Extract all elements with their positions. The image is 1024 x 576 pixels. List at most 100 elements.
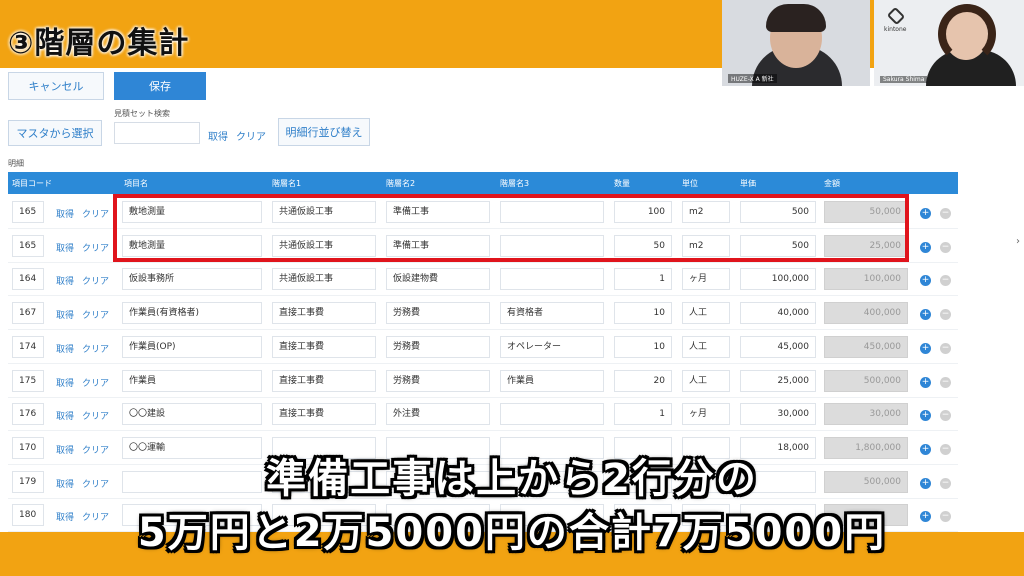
header-item-name: 項目名 — [124, 179, 148, 188]
quantity-field[interactable]: 10 — [614, 302, 672, 325]
item-name-field[interactable]: 〇〇建設 — [122, 403, 262, 426]
master-select-button[interactable]: マスタから選択 — [8, 120, 102, 146]
add-row-icon[interactable]: + — [920, 376, 931, 388]
table-row: 174 作業員(OP) 直接工事費 労務費 オペレーター 10 人工 45,000 450,00… — [8, 330, 958, 364]
add-row-icon[interactable]: + — [920, 208, 931, 219]
level2-field[interactable]: 労務費 — [386, 369, 490, 392]
remove-row-icon[interactable]: − — [940, 241, 951, 253]
header-level3: 階層名3 — [500, 179, 530, 188]
level1-field[interactable]: 共通仮設工事 — [272, 268, 376, 291]
item-name-field[interactable]: 仮設事務所 — [122, 268, 262, 291]
unit-field[interactable]: 人工 — [682, 302, 730, 325]
row-clear-link[interactable]: クリア — [82, 207, 109, 220]
level3-field[interactable] — [500, 268, 604, 291]
row-clear-link[interactable]: クリア — [82, 241, 109, 254]
level3-field[interactable]: オペレーター — [500, 335, 604, 358]
details-section-label: 明細 — [8, 159, 24, 168]
header-level2: 階層名2 — [386, 179, 416, 188]
table-row: 167 作業員(有資格者) 直接工事費 労務費 有資格者 10 人工 40,000 400,00… — [8, 297, 958, 331]
row-clear-link[interactable]: クリア — [82, 274, 109, 287]
level1-field[interactable]: 直接工事費 — [272, 403, 376, 426]
unit-price-field[interactable]: 45,000 — [740, 335, 816, 358]
quantity-field[interactable]: 1 — [614, 268, 672, 291]
remove-row-icon[interactable]: − — [940, 376, 951, 388]
amount-field: 100,000 — [824, 268, 908, 291]
unit-field[interactable]: ヶ月 — [682, 268, 730, 291]
amount-field: 500,000 — [824, 369, 908, 392]
unit-price-field[interactable]: 25,000 — [740, 369, 816, 392]
unit-field[interactable]: ヶ月 — [682, 403, 730, 426]
reorder-rows-button[interactable]: 明細行並び替え — [278, 118, 370, 146]
row-get-link[interactable]: 取得 — [56, 241, 74, 254]
unit-price-field[interactable]: 100,000 — [740, 268, 816, 291]
level3-field[interactable]: 有資格者 — [500, 302, 604, 325]
row-clear-link[interactable]: クリア — [82, 376, 109, 389]
quantity-field[interactable]: 1 — [614, 403, 672, 426]
item-code-field[interactable]: 175 — [12, 369, 44, 392]
level2-field[interactable]: 労務費 — [386, 302, 490, 325]
unit-field[interactable]: 人工 — [682, 335, 730, 358]
row-clear-link[interactable]: クリア — [82, 308, 109, 321]
remove-row-icon[interactable]: − — [940, 410, 951, 422]
add-row-icon[interactable]: + — [920, 410, 931, 422]
table-header: 項目コード 項目名 階層名1 階層名2 階層名3 数量 単位 単価 金額 — [8, 172, 958, 194]
level3-field[interactable]: 作業員 — [500, 369, 604, 392]
amount-field: 30,000 — [824, 403, 908, 426]
item-name-field[interactable]: 作業員(OP) — [122, 335, 262, 358]
participant-name: Sakura Shima — [880, 76, 928, 83]
row-clear-link[interactable]: クリア — [82, 342, 109, 355]
item-code-field[interactable]: 167 — [12, 302, 44, 325]
level1-field[interactable]: 直接工事費 — [272, 302, 376, 325]
level2-field[interactable]: 外注費 — [386, 403, 490, 426]
add-row-icon[interactable]: + — [920, 342, 931, 354]
header-amount: 金額 — [824, 179, 840, 188]
participant-name: HUZE-X A 新社 — [728, 74, 777, 83]
row-get-link[interactable]: 取得 — [56, 308, 74, 321]
caption-line-2: 5万円と2万5000円の合計7万5000円 — [137, 510, 887, 556]
video-participant-right: kintone Sakura Shima — [874, 0, 1024, 86]
header-unit: 単位 — [682, 179, 698, 188]
item-code-field[interactable]: 165 — [12, 234, 44, 257]
row-get-link[interactable]: 取得 — [56, 409, 74, 422]
remove-row-icon[interactable]: − — [940, 309, 951, 321]
caption-line-1: 準備工事は上から2行分の — [266, 456, 758, 502]
item-code-field[interactable]: 164 — [12, 268, 44, 291]
video-frame: ③階層の集計 HUZE-X A 新社 kintone Sakura Shima … — [0, 0, 1024, 576]
video-participant-left: HUZE-X A 新社 — [722, 0, 870, 86]
add-row-icon[interactable]: + — [920, 241, 931, 253]
row-get-link[interactable]: 取得 — [56, 207, 74, 220]
item-name-field[interactable]: 作業員(有資格者) — [122, 302, 262, 325]
item-name-field[interactable]: 作業員 — [122, 369, 262, 392]
unit-field[interactable]: 人工 — [682, 369, 730, 392]
estimate-set-search-input[interactable] — [114, 122, 200, 144]
add-row-icon[interactable]: + — [920, 309, 931, 321]
quantity-field[interactable]: 10 — [614, 335, 672, 358]
amount-field: 450,000 — [824, 335, 908, 358]
estimate-get-link[interactable]: 取得 — [208, 128, 228, 143]
level1-field[interactable]: 直接工事費 — [272, 335, 376, 358]
save-button[interactable]: 保存 — [114, 72, 206, 100]
remove-row-icon[interactable]: − — [940, 275, 951, 287]
level2-field[interactable]: 仮設建物費 — [386, 268, 490, 291]
item-code-field[interactable]: 174 — [12, 335, 44, 358]
row-get-link[interactable]: 取得 — [56, 342, 74, 355]
cancel-button[interactable]: キャンセル — [8, 72, 104, 100]
item-code-field[interactable]: 176 — [12, 403, 44, 426]
remove-row-icon[interactable]: − — [940, 342, 951, 354]
unit-price-field[interactable]: 40,000 — [740, 302, 816, 325]
item-code-field[interactable]: 165 — [12, 201, 44, 223]
row-get-link[interactable]: 取得 — [56, 376, 74, 389]
highlight-box — [113, 194, 909, 262]
level1-field[interactable]: 直接工事費 — [272, 369, 376, 392]
scroll-indicator[interactable]: › — [1016, 236, 1020, 247]
table-row: 176 〇〇建設 直接工事費 外注費 1 ヶ月 30,000 30,000 取得 クリア + − — [8, 398, 958, 432]
estimate-clear-link[interactable]: クリア — [236, 128, 266, 143]
row-clear-link[interactable]: クリア — [82, 409, 109, 422]
add-row-icon[interactable]: + — [920, 275, 931, 287]
row-get-link[interactable]: 取得 — [56, 274, 74, 287]
quantity-field[interactable]: 20 — [614, 369, 672, 392]
level3-field[interactable] — [500, 403, 604, 426]
level2-field[interactable]: 労務費 — [386, 335, 490, 358]
remove-row-icon[interactable]: − — [940, 208, 951, 219]
unit-price-field[interactable]: 30,000 — [740, 403, 816, 426]
